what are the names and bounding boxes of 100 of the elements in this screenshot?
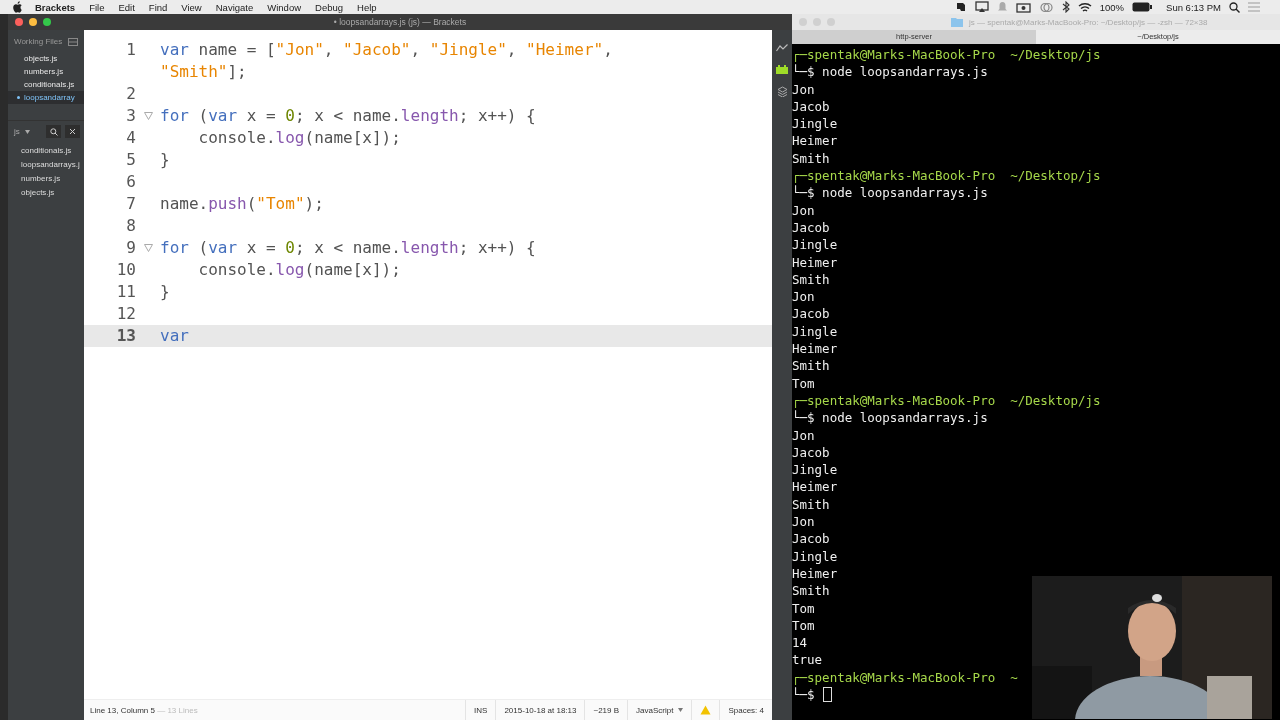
output-line: Jingle: [792, 547, 839, 565]
output-line: Heimer: [792, 132, 839, 150]
language-dropdown[interactable]: JavaScript: [627, 700, 692, 720]
insert-mode[interactable]: INS: [465, 700, 496, 720]
output-line: Jon: [792, 80, 816, 98]
minimize-button[interactable]: [29, 18, 37, 26]
command-line: └─$ node loopsandarrays.js: [792, 409, 988, 427]
file-tree-item[interactable]: conditionals.js: [8, 144, 84, 158]
output-line: Tom: [792, 599, 816, 617]
line-number: 8: [125, 215, 136, 237]
line-number: 7: [125, 193, 136, 215]
file-tree-item[interactable]: objects.js: [8, 186, 84, 200]
layers-icon[interactable]: [776, 86, 788, 97]
code-line: var name = ["Jon", "Jacob", "Jingle", "Heimer", "Smith"];: [160, 39, 614, 83]
code-line: }: [160, 149, 171, 171]
close-button[interactable]: [65, 125, 80, 138]
code-line: console.log(name[x]);: [197, 127, 402, 149]
split-view-icon[interactable]: [68, 37, 78, 46]
line-number: 6: [125, 171, 136, 193]
modified-date: 2015-10-18 at 18:13: [495, 700, 585, 720]
battery-percentage[interactable]: 100%: [1099, 1, 1125, 13]
plugin-brick-icon[interactable]: [776, 64, 788, 74]
caret-icon[interactable]: [678, 708, 684, 712]
working-file[interactable]: numbers.js: [8, 65, 84, 78]
menu-item[interactable]: File: [89, 1, 105, 13]
output-line: Smith: [792, 357, 831, 375]
prompt-line: ┌─spentak@Marks-MacBook-Pro ~/Desktop/js: [792, 391, 1102, 410]
line-number: 3: [125, 105, 136, 127]
line-number: 4: [125, 127, 136, 149]
code-line: for (var x = 0; x < name.length; x++) {: [160, 105, 537, 127]
line-number: 5: [125, 149, 136, 171]
text-cursor: [822, 687, 832, 703]
code-line: console.log(name[x]);: [197, 259, 402, 281]
output-line: true: [792, 651, 824, 669]
bluetooth-icon[interactable]: [1061, 1, 1070, 13]
output-line: Jon: [792, 513, 816, 531]
output-line: Jacob: [792, 97, 831, 116]
menu-item[interactable]: Find: [148, 1, 168, 13]
code-line: }: [160, 281, 171, 303]
output-line: Smith: [792, 270, 831, 289]
output-line: Jacob: [792, 443, 831, 462]
section-title: Working Files: [14, 37, 63, 46]
file-size: ~219 B: [584, 700, 628, 720]
folder-icon: [951, 17, 963, 27]
line-number: 9: [125, 237, 136, 259]
output-line: Heimer: [792, 340, 839, 358]
output-line: Smith: [792, 582, 831, 600]
code-line: for (var x = 0; x < name.length; x++) {: [160, 237, 537, 259]
working-file[interactable]: conditionals.js: [8, 78, 84, 91]
search-icon[interactable]: [1229, 1, 1240, 13]
output-line: Jacob: [792, 305, 831, 323]
line-number: 13: [115, 325, 136, 347]
file-tree-item[interactable]: loopsandarrays.j: [8, 158, 84, 172]
output-line: Smith: [792, 495, 831, 513]
menu-item[interactable]: Debug: [315, 1, 344, 13]
output-line: 14: [792, 634, 809, 652]
file-tree-item[interactable]: numbers.js: [8, 172, 84, 186]
output-line: Jingle: [792, 322, 839, 341]
menu-item[interactable]: Navigate: [215, 1, 254, 13]
prompt-line: ┌─spentak@Marks-MacBook-Pro ~/Desktop/js: [792, 167, 1102, 185]
app-menu[interactable]: Brackets: [35, 1, 76, 13]
output-line: Heimer: [792, 478, 839, 496]
battery-icon[interactable]: [1132, 2, 1153, 12]
output-line: Jingle: [792, 461, 839, 479]
rings-icon[interactable]: [1038, 1, 1054, 13]
output-line: Heimer: [792, 564, 839, 583]
caret-icon[interactable]: [24, 130, 30, 134]
menu-item[interactable]: Edit: [118, 1, 135, 13]
code-line: var: [160, 325, 190, 347]
command-line: └─$: [792, 686, 815, 704]
close-icon[interactable]: [69, 128, 76, 135]
clock[interactable]: Sun 6:13 PM: [1166, 1, 1221, 13]
output-line: Tom: [792, 616, 816, 635]
menu-item[interactable]: View: [181, 1, 202, 13]
line-number: 2: [125, 83, 136, 105]
close-button[interactable]: [15, 18, 23, 26]
screen-mirror-icon[interactable]: [974, 1, 989, 13]
output-line: Jacob: [792, 218, 831, 237]
menu-item[interactable]: Help: [357, 1, 377, 13]
menu-item[interactable]: Window: [267, 1, 302, 13]
zoom-button[interactable]: [43, 18, 51, 26]
working-file[interactable]: objects.js: [8, 52, 84, 65]
line-number: 11: [115, 281, 136, 303]
prompt-line: ┌─spentak@Marks-MacBook-Pro ~/Desktop/js: [792, 46, 1102, 64]
prompt-line: ┌─spentak@Marks-MacBook-Pro ~: [792, 668, 1019, 686]
project-dropdown[interactable]: js: [14, 127, 30, 136]
line-number: 1: [125, 39, 136, 61]
camera-icon[interactable]: [1015, 1, 1031, 13]
output-line: Heimer: [792, 253, 839, 271]
output-line: Jon: [792, 288, 816, 306]
apple-logo-icon[interactable]: [12, 1, 23, 13]
working-file[interactable]: loopsandarray: [8, 91, 84, 104]
output-line: Tom: [792, 374, 816, 392]
command-line: └─$ node loopsandarrays.js: [792, 184, 988, 202]
line-number: 10: [115, 259, 136, 281]
wifi-icon[interactable]: [1077, 1, 1092, 13]
window-title: • loopsandarrays.js (js) — Brackets: [333, 17, 467, 27]
output-line: Smith: [792, 149, 831, 168]
output-line: Jacob: [792, 530, 831, 548]
live-preview-icon[interactable]: [776, 44, 788, 52]
